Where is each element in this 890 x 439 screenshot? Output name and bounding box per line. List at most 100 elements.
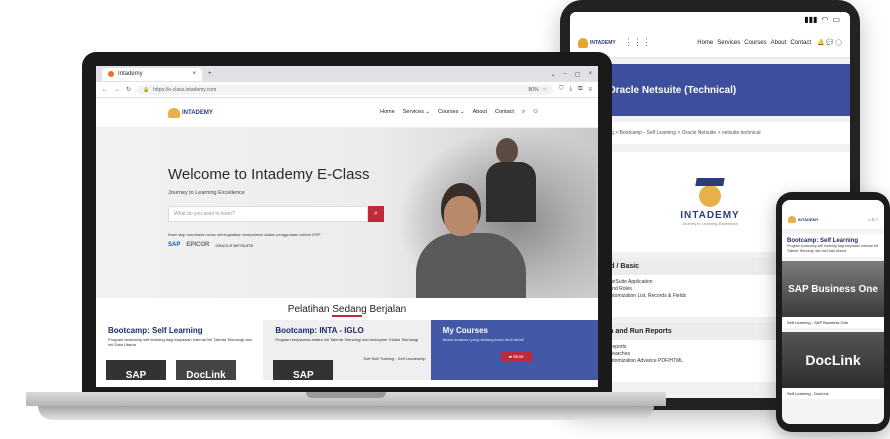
phone-site-nav: INTADEMY ⌕ ⚇ ≡ (782, 210, 884, 230)
hero-section: Welcome to Intademy E-Class Journey to L… (96, 128, 598, 298)
phone-logo-text[interactable]: INTADEMY (798, 217, 819, 222)
nav-contact[interactable]: Contact (495, 109, 514, 116)
section-underline (332, 315, 362, 317)
graduation-cap-icon (168, 107, 180, 118)
lock-icon: 🔒 (143, 86, 150, 93)
nav-services[interactable]: Services ⌄ (403, 109, 430, 116)
tab-title: Intademy (118, 71, 143, 77)
close-icon[interactable]: × (192, 71, 196, 77)
user-icon[interactable]: ⚇ (533, 109, 538, 116)
tablet-status-bar: ▮▮▮ ◠ ▭ (570, 12, 850, 28)
logo-brand: INTADEMY (680, 210, 740, 221)
maximize-icon[interactable]: ▢ (575, 71, 581, 78)
apps-grid-icon[interactable]: ⋮⋮⋮ (624, 37, 651, 48)
nav-home[interactable]: Home (380, 109, 395, 116)
graduation-cap-icon (788, 216, 796, 223)
site-logo[interactable]: INTADEMY (168, 107, 213, 118)
oracle-netsuite-logo: ORACLE NETSUITE (215, 242, 254, 248)
sap-tile[interactable]: SAP Business One (782, 261, 884, 317)
course-banner: ning - Oracle Netsuite (Technical) (570, 64, 850, 116)
device-mockup-scene: ▮▮▮ ◠ ▭ INTADEMY ⋮⋮⋮ Home Services Cours… (0, 0, 890, 439)
nav-contact[interactable]: Contact (790, 40, 811, 46)
tile-caption[interactable]: Self Learning - SAP Business One (782, 317, 884, 328)
tablet-logo-text: INTADEMY (590, 39, 616, 46)
nav-services[interactable]: Services (717, 40, 740, 46)
nav-courses[interactable]: Courses (744, 40, 766, 46)
browser-toolbar: ← → ↻ 🔒 https://e-class.intademy.com 80%… (96, 82, 598, 98)
signal-icon: ▮▮▮ (804, 15, 818, 24)
doclink-tile[interactable]: DocLink (176, 360, 236, 380)
epicor-logo: EPICOR (186, 242, 210, 248)
minimize-icon[interactable]: – (563, 71, 566, 78)
hero-note: Kami siap membantu anda meningkatkan kom… (168, 232, 321, 237)
hero-photo-person (444, 196, 478, 236)
card-title: Bootcamp: INTA - IGLO (275, 326, 364, 335)
tablet-logo[interactable]: INTADEMY (578, 36, 618, 50)
site-nav-links: Home Services ⌄ Courses ⌄ About Contact … (380, 109, 538, 116)
phone-card[interactable]: Bootcamp: Self Learning Program bootcamp… (782, 234, 884, 257)
card-desc: Program kerjasama antara Inti Talenta Te… (275, 337, 419, 342)
card-title: Bootcamp: Self Learning (108, 326, 203, 335)
nav-about[interactable]: About (771, 40, 787, 46)
sap-tile[interactable]: SAP (106, 360, 166, 380)
battery-icon: ▭ (832, 15, 840, 24)
partner-logos: SAP EPICOR ORACLE NETSUITE (168, 242, 253, 248)
nav-home[interactable]: Home (697, 40, 713, 46)
sap-tile[interactable]: SAP (273, 360, 334, 380)
back-icon[interactable]: ← (102, 87, 108, 93)
card-title: My Courses (442, 326, 489, 335)
wifi-icon: ◠ (821, 15, 829, 24)
bookmark-star-icon[interactable]: ☆ (543, 87, 547, 93)
close-window-icon[interactable]: × (588, 71, 592, 78)
course-search-input[interactable]: What do you want to learn? (168, 206, 368, 222)
hero-photo-person (486, 162, 536, 222)
favicon-icon (108, 71, 114, 77)
section-heading: Pelatihan Sedang Berjalan (96, 298, 598, 320)
sap-logo: SAP (168, 242, 181, 248)
nav-courses[interactable]: Courses ⌄ (438, 109, 465, 116)
search-button[interactable]: ⌕ (368, 206, 384, 222)
logo-tagline: Journey to Learning Excellence (682, 221, 738, 226)
phone-status-bar (782, 200, 884, 210)
more-button[interactable]: ▰ More (500, 352, 532, 362)
card-my-courses[interactable]: My Courses Akses kelasmu yang sedang kam… (430, 320, 598, 380)
nav-about[interactable]: About (473, 109, 487, 116)
search-icon: ⌕ (374, 210, 378, 217)
tile-caption[interactable]: Self Learning - DocLink (782, 388, 884, 399)
browser-tab[interactable]: Intademy × (102, 67, 202, 81)
section-heading-text: Pelatihan Sedang Berjalan (287, 304, 407, 315)
laptop-base-notch (306, 392, 386, 398)
address-bar[interactable]: 🔒 https://e-class.intademy.com 80% ☆ (137, 84, 554, 95)
card-self-learning[interactable]: Bootcamp: Self Learning Program bootcamp… (96, 320, 264, 380)
laptop-screen: Intademy × + ⌄ – ▢ × ← → ↻ 🔒 https://e-c… (96, 66, 598, 387)
phone-screen: INTADEMY ⌕ ⚇ ≡ Bootcamp: Self Learning P… (782, 200, 884, 424)
phone-device: INTADEMY ⌕ ⚇ ≡ Bootcamp: Self Learning P… (776, 192, 890, 432)
laptop-base-bottom (38, 406, 654, 420)
course-cards: Bootcamp: Self Learning Program bootcamp… (96, 320, 598, 380)
breadcrumb[interactable]: Internal Training > Bootcamp - Self Lear… (570, 122, 850, 144)
menu-icon[interactable]: ≡ (588, 87, 592, 93)
hero-photo-person (496, 138, 518, 164)
doclink-tile[interactable]: DocLink (782, 332, 884, 388)
card-inta-iglo[interactable]: Bootcamp: INTA - IGLO Program kerjasama … (263, 320, 431, 380)
notification-icon[interactable]: 🔔 💬 ◯ (817, 39, 842, 46)
url-text: https://e-class.intademy.com (153, 86, 217, 93)
card-desc: Program bootcamp self learning bagi kary… (108, 337, 252, 347)
new-tab-icon[interactable]: + (208, 71, 212, 77)
forward-icon[interactable]: → (114, 87, 120, 93)
shield-icon[interactable]: ⛉ (559, 86, 564, 93)
dropdown-icon[interactable]: ⌄ (550, 71, 555, 78)
card-desc: Program bootcamp self learning bagi kary… (787, 244, 879, 253)
card-desc: Akses kelasmu yang sedang kamu ikuti dis… (442, 337, 525, 342)
window-controls: ⌄ – ▢ × (550, 71, 592, 78)
reload-icon[interactable]: ↻ (126, 86, 131, 93)
search-icon[interactable]: ⌕ (522, 109, 525, 116)
hero-photo-person (416, 233, 526, 298)
zoom-level[interactable]: 80% (529, 87, 539, 93)
download-icon[interactable]: ⤓ (570, 86, 573, 93)
site-logo-text: INTADEMY (182, 109, 213, 116)
menu-icon[interactable]: ⌕ ⚇ ≡ (868, 217, 878, 222)
hero-subtitle: Journey to Learning Excellence (168, 190, 245, 196)
extensions-icon[interactable]: ⧉ (578, 86, 582, 93)
tablet-nav-links: Home Services Courses About Contact (697, 40, 811, 46)
